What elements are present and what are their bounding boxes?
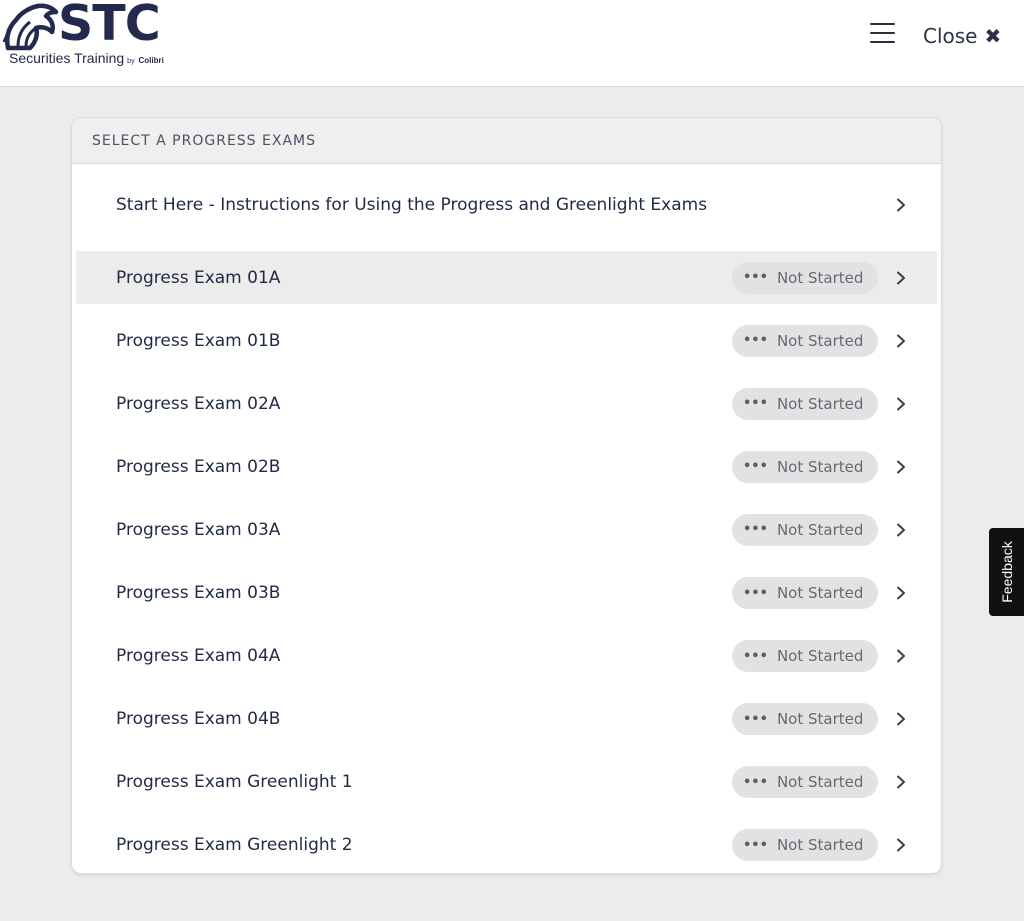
panel-title: SELECT A PROGRESS EXAMS (72, 118, 941, 164)
ellipsis-dots-icon: ••• (743, 648, 768, 664)
ellipsis-dots-icon: ••• (743, 333, 768, 349)
exam-row[interactable]: Progress Exam 03A ••• Not Started (76, 503, 937, 556)
status-text: Not Started (776, 773, 864, 792)
status-badge: ••• Not Started (732, 513, 878, 546)
ellipsis-dots-icon: ••• (743, 522, 768, 538)
close-label: Close (923, 24, 978, 48)
exam-row[interactable]: Progress Exam 02A ••• Not Started (76, 377, 937, 430)
ellipsis-dots-icon: ••• (743, 459, 768, 475)
hamburger-menu-icon-bar (870, 41, 895, 43)
exam-title: Progress Exam 02B (116, 456, 281, 477)
exam-row[interactable]: Progress Exam Greenlight 2 ••• Not Started (76, 819, 937, 872)
logo-brand-text: Colibri (138, 56, 164, 65)
hamburger-menu-icon-bar (870, 32, 895, 34)
logo-tagline: Securities Training by Colibri (9, 50, 164, 66)
exam-title: Progress Exam 04B (116, 709, 281, 730)
ellipsis-dots-icon: ••• (743, 711, 768, 727)
hamburger-menu-icon-bar (870, 23, 895, 25)
exam-row[interactable]: Progress Exam 01A ••• Not Started (76, 251, 937, 304)
status-badge: ••• Not Started (732, 450, 878, 483)
status-text: Not Started (776, 331, 864, 350)
status-badge: ••• Not Started (732, 387, 878, 420)
exam-title: Progress Exam 01A (116, 267, 281, 288)
exam-row[interactable]: Progress Exam Greenlight 1 ••• Not Started (76, 756, 937, 809)
chevron-right-icon[interactable] (894, 523, 908, 537)
hamburger-menu-button[interactable] (868, 20, 898, 48)
status-text: Not Started (776, 584, 864, 602)
status-text: Not Started (776, 394, 864, 413)
close-icon: ✖ (984, 24, 1002, 48)
exam-title: Progress Exam Greenlight 2 (116, 835, 353, 856)
status-badge: ••• Not Started (732, 703, 878, 736)
chevron-right-icon[interactable] (894, 271, 908, 285)
exam-title: Progress Exam 03A (116, 519, 281, 540)
status-text: Not Started (776, 710, 864, 729)
chevron-right-icon[interactable] (894, 198, 908, 212)
status-badge: ••• Not Started (732, 324, 878, 357)
stc-logo[interactable]: STC Securities Training by Colibri (2, 0, 164, 72)
top-header: STC Securities Training by Colibri Close … (0, 0, 1024, 87)
exam-title: Progress Exam 03B (116, 583, 281, 603)
status-badge: ••• Not Started (732, 577, 878, 609)
progress-exams-panel: SELECT A PROGRESS EXAMS Start Here - Ins… (71, 117, 942, 874)
exam-title: Progress Exam 02A (116, 393, 281, 414)
ellipsis-dots-icon: ••• (743, 837, 768, 853)
exam-title: Progress Exam 01B (116, 330, 281, 351)
logo-tagline-text: Securities Training (9, 50, 125, 66)
status-badge: ••• Not Started (732, 261, 878, 294)
exam-row[interactable]: Progress Exam 03B ••• Not Started (76, 567, 937, 620)
chevron-right-icon[interactable] (894, 460, 908, 474)
logo-by-text: by (127, 58, 135, 65)
logo-wordmark: STC (58, 0, 161, 52)
exam-row[interactable]: Progress Exam 04B ••• Not Started (76, 693, 937, 746)
ellipsis-dots-icon: ••• (743, 774, 768, 790)
chevron-right-icon[interactable] (894, 775, 908, 789)
knight-horse-logo-icon (2, 3, 59, 51)
status-text: Not Started (776, 457, 864, 476)
chevron-right-icon[interactable] (894, 586, 908, 600)
exam-title: Start Here - Instructions for Using the … (116, 195, 708, 215)
feedback-label: Feedback (998, 541, 1015, 603)
status-badge: ••• Not Started (732, 766, 878, 799)
close-button[interactable]: Close ✖ (923, 22, 1001, 50)
instructions-row[interactable]: Start Here - Instructions for Using the … (76, 164, 937, 246)
status-text: Not Started (776, 520, 864, 539)
exam-title: Progress Exam 04A (116, 646, 281, 667)
status-badge: ••• Not Started (732, 640, 878, 673)
feedback-button[interactable]: Feedback (989, 528, 1024, 616)
chevron-right-icon[interactable] (894, 712, 908, 726)
ellipsis-dots-icon: ••• (743, 396, 768, 412)
exam-title: Progress Exam Greenlight 1 (116, 772, 353, 793)
exam-row[interactable]: Progress Exam 04A ••• Not Started (76, 630, 937, 683)
status-text: Not Started (776, 647, 864, 666)
status-text: Not Started (776, 268, 864, 287)
status-badge: ••• Not Started (732, 829, 878, 862)
chevron-right-icon[interactable] (894, 838, 908, 852)
ellipsis-dots-icon: ••• (743, 270, 768, 285)
ellipsis-dots-icon: ••• (743, 585, 768, 601)
exam-row[interactable]: Progress Exam 01B ••• Not Started (76, 314, 937, 367)
status-text: Not Started (776, 836, 864, 855)
chevron-right-icon[interactable] (894, 397, 908, 411)
chevron-right-icon[interactable] (894, 649, 908, 663)
exam-row[interactable]: Progress Exam 02B ••• Not Started (76, 440, 937, 493)
chevron-right-icon[interactable] (894, 334, 908, 348)
